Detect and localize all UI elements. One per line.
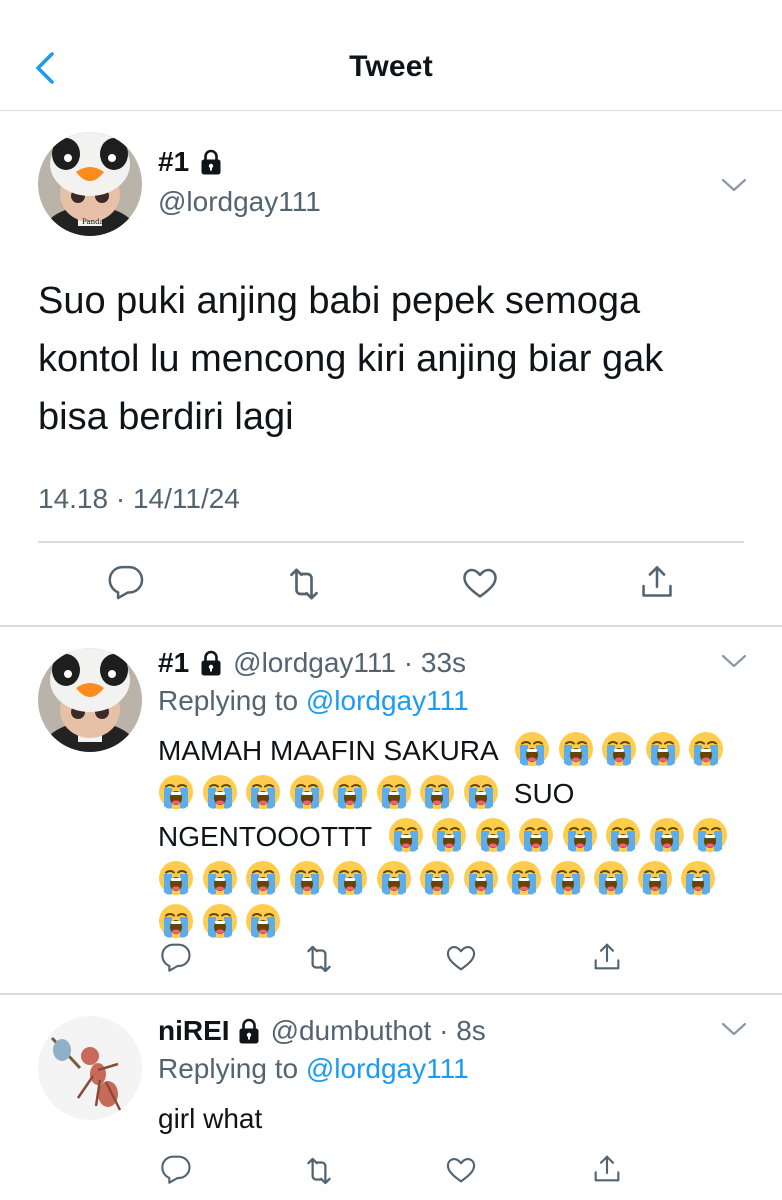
display-name[interactable]: #1 [158, 647, 189, 679]
replying-to-line: Replying to @lordgay111 [158, 685, 469, 717]
like-icon[interactable] [445, 942, 477, 974]
loudly-crying-face-icon [463, 860, 499, 896]
loudly-crying-face-icon [605, 817, 641, 853]
loudly-crying-face-icon [419, 860, 455, 896]
reply-text: girl what [158, 1103, 263, 1134]
loudly-crying-face-icon [332, 860, 368, 896]
reply-time[interactable]: 8s [456, 1015, 486, 1047]
separator-dot: · [395, 647, 421, 678]
chevron-down-icon[interactable] [720, 176, 748, 194]
loudly-crying-face-icon [680, 860, 716, 896]
replying-to-mention[interactable]: @lordgay111 [306, 1053, 469, 1084]
loudly-crying-face-icon [158, 903, 194, 939]
loudly-crying-face-icon [245, 903, 281, 939]
loudly-crying-face-icon [376, 860, 412, 896]
author-handle[interactable]: @lordgay111 [158, 186, 321, 218]
retweet-icon[interactable] [302, 1154, 336, 1188]
loudly-crying-face-icon [562, 817, 598, 853]
separator-dot: · [431, 1015, 457, 1046]
share-icon[interactable] [638, 562, 676, 602]
share-icon[interactable] [591, 940, 623, 974]
reply-icon[interactable] [107, 564, 145, 602]
lock-icon [237, 1017, 261, 1045]
avatar[interactable]: Panda [38, 132, 142, 236]
display-name[interactable]: #1 [158, 146, 189, 178]
loudly-crying-face-icon [649, 817, 685, 853]
tweet-timestamp[interactable]: 14.18 · 14/11/24 [38, 483, 240, 515]
loudly-crying-face-icon [688, 731, 724, 767]
loudly-crying-face-icon [158, 860, 194, 896]
loudly-crying-face-icon [202, 903, 238, 939]
display-name[interactable]: niREI [158, 1015, 230, 1047]
loudly-crying-face-icon [202, 774, 238, 810]
divider [0, 993, 782, 995]
loudly-crying-face-icon [245, 860, 281, 896]
loudly-crying-face-icon [506, 860, 542, 896]
loudly-crying-face-icon [388, 817, 424, 853]
loudly-crying-face-icon [431, 817, 467, 853]
lock-icon [199, 649, 223, 677]
loudly-crying-face-icon [518, 817, 554, 853]
reply-text-part1: MAMAH MAAFIN SAKURA [158, 735, 499, 766]
loudly-crying-face-icon [463, 774, 499, 810]
avatar[interactable] [38, 648, 142, 752]
replying-to-label: Replying to [158, 1053, 306, 1084]
like-icon[interactable] [445, 1154, 477, 1186]
reply-icon[interactable] [160, 1154, 192, 1186]
loudly-crying-face-icon [419, 774, 455, 810]
chevron-down-icon[interactable] [720, 1020, 748, 1038]
chevron-down-icon[interactable] [720, 652, 748, 670]
author-name-row: #1 [158, 146, 223, 178]
loudly-crying-face-icon [245, 774, 281, 810]
loudly-crying-face-icon [202, 860, 238, 896]
loudly-crying-face-icon [376, 774, 412, 810]
loudly-crying-face-icon [692, 817, 728, 853]
loudly-crying-face-icon [593, 860, 629, 896]
reply-icon[interactable] [160, 942, 192, 974]
avatar[interactable] [38, 1016, 142, 1120]
reply-header-row: niREI @dumbuthot · 8s [158, 1015, 486, 1047]
reply-text: MAMAH MAAFIN SAKURA SUO NGENTOOOTTT [158, 729, 748, 944]
lock-icon [199, 148, 223, 176]
like-icon[interactable] [461, 564, 499, 602]
page-title: Tweet [349, 50, 433, 83]
divider [0, 625, 782, 627]
top-navigation-bar: Tweet [0, 0, 782, 111]
loudly-crying-face-icon [289, 860, 325, 896]
author-handle[interactable]: @lordgay111 [233, 647, 396, 679]
divider [38, 541, 744, 543]
avatar-caption: Panda [82, 218, 104, 226]
retweet-icon[interactable] [284, 564, 324, 604]
share-icon[interactable] [591, 1152, 623, 1186]
replying-to-mention[interactable]: @lordgay111 [306, 685, 469, 716]
loudly-crying-face-icon [550, 860, 586, 896]
loudly-crying-face-icon [289, 774, 325, 810]
author-handle[interactable]: @dumbuthot [271, 1015, 432, 1047]
loudly-crying-face-icon [637, 860, 673, 896]
replying-to-label: Replying to [158, 685, 306, 716]
replying-to-line: Replying to @lordgay111 [158, 1053, 469, 1085]
loudly-crying-face-icon [514, 731, 550, 767]
retweet-icon[interactable] [302, 942, 336, 976]
loudly-crying-face-icon [158, 774, 194, 810]
loudly-crying-face-icon [601, 731, 637, 767]
loudly-crying-face-icon [558, 731, 594, 767]
reply-header-row: #1 @lordgay111 · 33s [158, 647, 466, 679]
loudly-crying-face-icon [645, 731, 681, 767]
tweet-text: Suo puki anjing babi pepek semoga kontol… [38, 280, 664, 438]
loudly-crying-face-icon [332, 774, 368, 810]
reply-time[interactable]: 33s [421, 647, 466, 679]
loudly-crying-face-icon [475, 817, 511, 853]
